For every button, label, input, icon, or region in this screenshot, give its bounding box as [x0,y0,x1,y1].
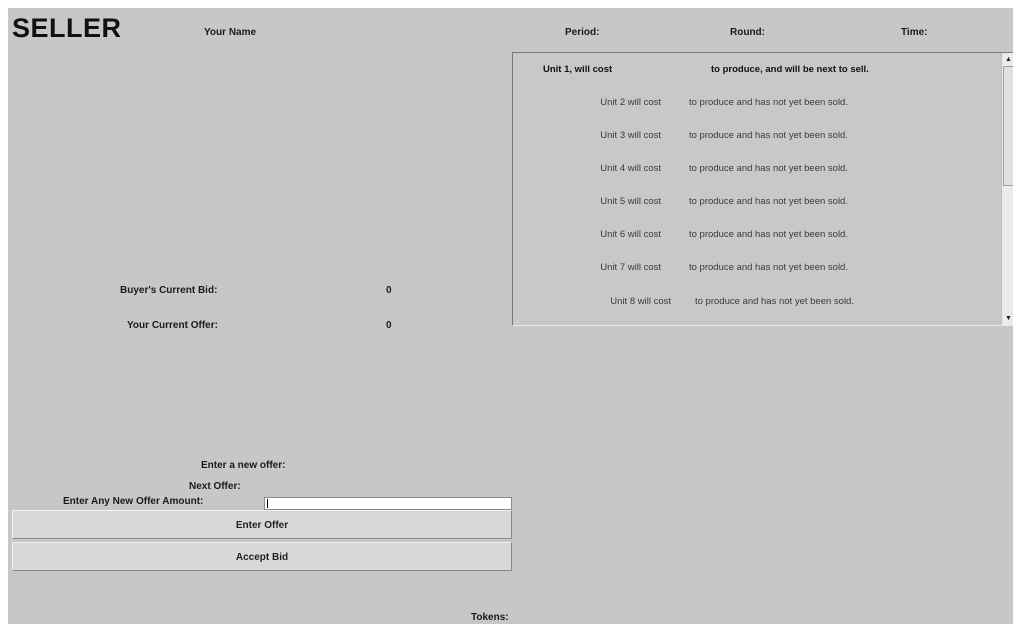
scroll-up-arrow-icon[interactable]: ▲ [1002,53,1013,66]
unit-status: to produce and has not yet been sold. [695,296,854,307]
unit-row: Unit 3 will cost to produce and has not … [513,130,1001,146]
unit-row: Unit 1, will cost to produce, and will b… [513,64,1001,80]
scrollbar-thumb[interactable] [1003,66,1013,186]
your-current-offer-value: 0 [386,320,392,331]
your-current-offer-label: Your Current Offer: [127,320,218,331]
tokens-label: Tokens: [471,612,509,623]
round-label: Round: [730,27,765,38]
unit-row: Unit 2 will cost to produce and has not … [513,97,1001,113]
unit-row: Unit 4 will cost to produce and has not … [513,163,1001,179]
unit-row: Unit 7 will cost to produce and has not … [513,262,1001,278]
unit-status: to produce and has not yet been sold. [689,97,848,108]
unit-label: Unit 7 will cost [600,262,661,273]
vertical-scrollbar[interactable]: ▲ ▼ [1001,53,1013,325]
unit-label: Unit 8 will cost [610,296,671,307]
enter-new-offer-heading: Enter a new offer: [201,460,286,471]
unit-status: to produce and has not yet been sold. [689,130,848,141]
unit-status: to produce and has not yet been sold. [689,196,848,207]
unit-label: Unit 3 will cost [600,130,661,141]
time-label: Time: [901,27,928,38]
unit-row: Unit 5 will cost to produce and has not … [513,196,1001,212]
role-title: SELLER [12,13,122,43]
seller-window: SELLER Your Name Period: Round: Time: Un… [8,8,1013,624]
unit-label: Unit 2 will cost [600,97,661,108]
unit-status: to produce, and will be next to sell. [711,64,869,75]
buyer-current-bid-label: Buyer's Current Bid: [120,285,218,296]
offer-amount-input[interactable] [264,497,512,510]
unit-label: Unit 6 will cost [600,229,661,240]
next-offer-label: Next Offer: [189,481,241,492]
unit-label: Unit 4 will cost [600,163,661,174]
unit-row: Unit 8 will cost to produce and has not … [513,296,1001,312]
unit-row: Unit 6 will cost to produce and has not … [513,229,1001,245]
scroll-down-arrow-icon[interactable]: ▼ [1002,312,1013,325]
unit-label: Unit 1, will cost [543,64,613,75]
your-name-label: Your Name [204,27,257,38]
unit-label: Unit 5 will cost [600,196,661,207]
unit-status: to produce and has not yet been sold. [689,229,848,240]
buyer-current-bid-value: 0 [386,285,392,296]
unit-status: to produce and has not yet been sold. [689,163,848,174]
period-label: Period: [565,27,600,38]
accept-bid-button[interactable]: Accept Bid [12,542,512,571]
enter-offer-button[interactable]: Enter Offer [12,510,512,539]
offer-amount-label: Enter Any New Offer Amount: [63,496,204,507]
unit-cost-list[interactable]: Unit 1, will cost to produce, and will b… [512,52,1013,326]
unit-status: to produce and has not yet been sold. [689,262,848,273]
